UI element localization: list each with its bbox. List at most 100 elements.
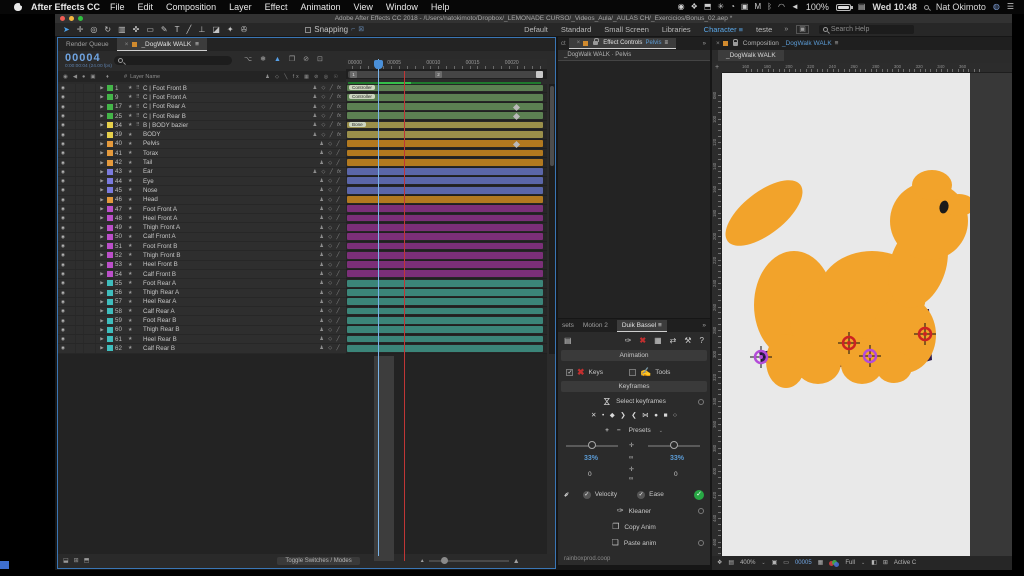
layer-switches[interactable]: ♟ ◇ ╱ [302, 215, 346, 221]
layer-switches[interactable]: ♟ ◇ ╱ fx [302, 132, 346, 138]
rotobrush-tool[interactable]: ✦ [227, 26, 234, 34]
audio-cell[interactable] [68, 233, 76, 241]
channels-icon[interactable] [829, 560, 839, 567]
expand-arrow-icon[interactable]: ▶ [96, 187, 105, 193]
layer-visibility-icon[interactable]: ◉ [58, 141, 68, 147]
audio-cell[interactable] [68, 140, 76, 148]
audio-cell[interactable] [68, 335, 76, 343]
layer-bar-row[interactable] [346, 335, 547, 344]
zoom-in-icon[interactable]: ▲ [513, 558, 520, 565]
bluetooth-icon[interactable]: ᛒ [767, 3, 772, 11]
menu-file[interactable]: File [110, 2, 125, 12]
layer-name[interactable]: Thigh Front A [143, 224, 302, 231]
layer-bar-row[interactable] [346, 242, 547, 251]
solo-cell[interactable] [76, 158, 84, 166]
solo-cell[interactable] [76, 261, 84, 269]
expand-arrow-icon[interactable]: ▶ [96, 85, 105, 91]
pen-icon[interactable]: ✒ [562, 489, 572, 499]
zoom-tool[interactable]: ◎ [90, 26, 97, 34]
tab-presets-partial[interactable]: sets [562, 322, 574, 329]
layer-row[interactable]: ◉▶47★Foot Front A♟ ◇ ╱ [58, 205, 346, 214]
layer-color-swatch[interactable] [107, 327, 113, 333]
layer-color-swatch[interactable] [107, 132, 113, 138]
layer-row[interactable]: ◉▶56★Thigh Rear A♟ ◇ ╱ [58, 289, 346, 298]
ease-label[interactable]: Ease [649, 491, 664, 498]
layer-name[interactable]: C | Foot Rear B [143, 113, 302, 120]
solo-cell[interactable] [76, 205, 84, 213]
layer-row[interactable]: ◉▶39★BODY♟ ◇ ╱ fx [58, 130, 346, 139]
puppet-tool[interactable]: ✇ [241, 26, 248, 34]
keyframe-type-8[interactable]: ○ [673, 413, 677, 420]
layer-name[interactable]: Thigh Rear A [143, 289, 302, 296]
animation-section-header[interactable]: Animation [561, 350, 707, 361]
layer-duration-bar[interactable] [347, 317, 543, 324]
app-icon-3[interactable]: ✳ [717, 3, 724, 11]
layer-bar-row[interactable] [346, 177, 547, 186]
solo-cell[interactable] [76, 251, 84, 259]
settings-icon[interactable]: ⚒ [684, 337, 691, 345]
lock-cell[interactable] [84, 130, 96, 138]
layer-row[interactable]: ◉▶44★Eye♟ ◇ ╱ [58, 177, 346, 186]
layer-color-swatch[interactable] [107, 308, 113, 314]
layer-duration-bar[interactable] [347, 85, 543, 92]
layer-name[interactable]: B | BODY bazier [143, 122, 302, 129]
layer-bar-row[interactable] [346, 307, 547, 316]
layer-visibility-icon[interactable]: ◉ [58, 160, 68, 166]
active-camera-dropdown[interactable]: Active C [894, 560, 916, 566]
layer-bar-row[interactable] [346, 149, 547, 158]
layer-row[interactable]: ◉▶42★Tail♟ ◇ ╱ [58, 158, 346, 167]
layer-bar-row[interactable] [346, 298, 547, 307]
tab-render-queue[interactable]: Render Queue [58, 38, 117, 51]
lock-cell[interactable] [84, 326, 96, 334]
layer-row[interactable]: ◉▶53★Heel Front B♟ ◇ ╱ [58, 261, 346, 270]
audio-cell[interactable] [68, 251, 76, 259]
layer-visibility-icon[interactable]: ◉ [58, 197, 68, 203]
help-icon[interactable]: ? [700, 337, 704, 345]
layer-name[interactable]: Ear [143, 168, 302, 175]
solo-cell[interactable] [76, 233, 84, 241]
audio-cell[interactable] [68, 289, 76, 297]
layer-row[interactable]: ◉▶57★Heel Rear A♟ ◇ ╱ [58, 298, 346, 307]
stamp-tool[interactable]: ⊥ [198, 26, 205, 34]
layer-switches[interactable]: ♟ ◇ ╱ [302, 150, 346, 156]
viewer-tab[interactable]: _DogWalk WALK [718, 50, 784, 61]
layer-color-swatch[interactable] [107, 113, 113, 119]
layer-visibility-icon[interactable]: ◉ [58, 215, 68, 221]
layer-name[interactable]: Heel Rear A [143, 298, 302, 305]
expand-arrow-icon[interactable]: ▶ [96, 122, 105, 128]
layer-duration-bar[interactable] [347, 224, 543, 231]
keyframe-type-0[interactable]: ✕ [591, 413, 596, 420]
layer-switches[interactable]: ♟ ◇ ╱ [302, 234, 346, 240]
lock-cell[interactable] [84, 84, 96, 92]
expand-switches-icon[interactable]: ⊞ [74, 558, 79, 564]
panel-menu-icon[interactable]: ≡ [835, 40, 839, 47]
menubar-clock[interactable]: Wed 10:48 [872, 2, 916, 12]
layer-visibility-icon[interactable]: ◉ [58, 104, 68, 110]
work-area-marker[interactable]: 2 [435, 71, 442, 78]
lock-cell[interactable] [84, 140, 96, 148]
solo-column-icon[interactable]: ● [82, 74, 85, 80]
layer-bar-row[interactable] [346, 233, 547, 242]
pen-tool[interactable]: ✎ [161, 26, 168, 34]
zoom-track[interactable] [429, 560, 509, 562]
messages-app-icon[interactable]: M [754, 3, 761, 11]
layer-bar-row[interactable] [346, 186, 547, 195]
ease-check-icon[interactable]: ✓ [637, 491, 645, 499]
layer-visibility-icon[interactable]: ◉ [58, 225, 68, 231]
menu-layer[interactable]: Layer [229, 2, 252, 12]
snapshot-icon[interactable]: ▦ [818, 560, 824, 566]
audio-cell[interactable] [68, 158, 76, 166]
lock-cell[interactable] [84, 112, 96, 120]
layer-duration-bar[interactable] [347, 345, 543, 352]
layer-row[interactable]: ◉▶1★⠿C | Foot Front B♟ ◇ ╱ fx [58, 84, 346, 93]
timeline-zoom-slider[interactable]: ▲ ▲ [420, 558, 520, 565]
audio-cell[interactable] [68, 112, 76, 120]
layer-switches[interactable]: ♟ ◇ ╱ [302, 327, 346, 333]
app-icon-4[interactable]: ◔ [730, 3, 735, 11]
layer-visibility-icon[interactable]: ◉ [58, 336, 68, 342]
duik-keys-icon[interactable]: ✖ [639, 337, 646, 345]
audio-cell[interactable] [68, 344, 76, 352]
expand-arrow-icon[interactable]: ▶ [96, 299, 105, 305]
layer-bar-row[interactable] [346, 205, 547, 214]
layer-color-swatch[interactable] [107, 150, 113, 156]
